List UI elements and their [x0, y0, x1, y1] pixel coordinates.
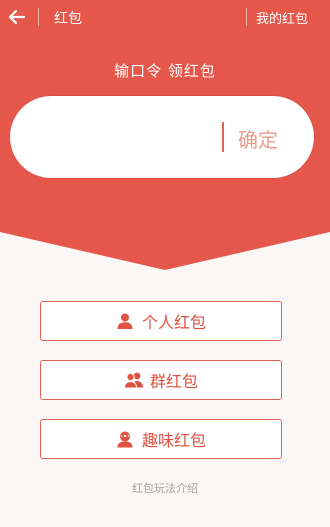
divider	[38, 8, 39, 26]
personal-red-packet-button[interactable]: 个人红包	[40, 301, 282, 341]
my-red-packets-link[interactable]: 我的红包	[256, 8, 308, 27]
divider	[246, 8, 247, 26]
person-icon	[116, 312, 134, 330]
top-bar: 红包 我的红包	[0, 0, 330, 36]
group-red-packet-button[interactable]: 群红包	[40, 360, 282, 400]
fun-red-packet-button[interactable]: 趣味红包	[40, 419, 282, 459]
button-label: 趣味红包	[141, 431, 206, 450]
group-icon	[123, 371, 143, 389]
page-title: 红包	[54, 11, 82, 27]
button-label: 个人红包	[141, 313, 206, 332]
button-label: 群红包	[149, 372, 198, 391]
fun-face-icon	[116, 430, 134, 448]
rules-link[interactable]: 红包玩法介绍	[0, 480, 330, 496]
password-prompt: 输口令 领红包	[114, 62, 216, 80]
text-caret	[222, 122, 224, 152]
password-input[interactable]: 确定	[10, 96, 314, 178]
arrow-left-icon[interactable]	[6, 6, 28, 28]
confirm-button[interactable]: 确定	[238, 124, 278, 153]
